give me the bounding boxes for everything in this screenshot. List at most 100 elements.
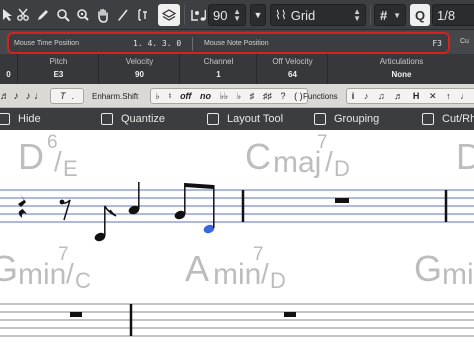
flat-small-icon[interactable]: ♭ [237, 91, 241, 102]
eighth-note-icon[interactable]: ♪ [10, 88, 22, 104]
scissors-icon[interactable] [14, 4, 32, 26]
info-cell-off-velocity[interactable]: Off Velocity 64 [258, 54, 328, 84]
score-area[interactable]: D 6 / E C maj 7 / D D G min 7 / C A min … [0, 130, 474, 355]
beam-icon[interactable]: ♬ [394, 91, 403, 101]
snap-type-select[interactable]: # ▼ [374, 4, 406, 26]
chord-quality: maj [273, 146, 322, 179]
chord-symbol[interactable]: D 6 / E [18, 132, 88, 184]
info-cell-channel[interactable]: Channel 1 [181, 54, 257, 84]
magnify-icon[interactable] [54, 4, 72, 26]
eighth-rest[interactable] [59, 199, 71, 221]
hide-option[interactable]: Hide [0, 112, 41, 126]
info-cell-pitch[interactable]: Pitch E3 [19, 54, 99, 84]
chord-symbol[interactable]: G min 7 / C [0, 244, 100, 296]
info-value: 0 [6, 70, 11, 79]
quantize-value-field[interactable]: 90 ▲ ▼ [208, 4, 246, 26]
quantize-label: Quantize [121, 113, 166, 125]
quarter-note[interactable] [127, 182, 140, 216]
dot-icon: . [71, 91, 74, 101]
staff-2[interactable] [0, 300, 474, 355]
select-tool-icon[interactable] [0, 4, 14, 26]
layers-icon[interactable] [158, 4, 180, 26]
hand-icon[interactable] [94, 4, 112, 26]
chord-slash: / [325, 146, 333, 177]
beamed-notes[interactable] [173, 183, 215, 235]
info-value: 64 [288, 70, 297, 79]
hide-checkbox[interactable] [0, 113, 10, 125]
chord-bass: D [270, 268, 286, 293]
triplet-note-icon[interactable]: ♩ [34, 88, 44, 104]
chord-bass: E [63, 156, 78, 181]
layout-tool-checkbox[interactable] [207, 113, 219, 125]
cut-rh-checkbox[interactable] [422, 113, 434, 125]
mouse-note-value: F3 [432, 39, 442, 48]
enharm-shift-label: Enharm.Shift [92, 92, 139, 101]
hide-label: Hide [18, 113, 41, 125]
draw-icon[interactable] [114, 4, 132, 26]
chord-symbol[interactable]: A min 7 / D [185, 244, 295, 296]
sharp-icon[interactable]: ♯ [250, 91, 255, 101]
double-sharp-icon[interactable]: ♯♯ [263, 91, 272, 101]
group-notes-icon[interactable]: ♫ [378, 91, 385, 101]
options-bar: Hide Quantize Layout Tool Grouping Cut/R… [0, 108, 474, 130]
info-header: Articulations [379, 57, 424, 66]
info-value: None [391, 70, 412, 79]
off-button[interactable]: off [180, 91, 191, 101]
info-header: Off Velocity [272, 57, 313, 66]
grid-type-select[interactable]: ⌇⌇ Grid ▲ ▼ [270, 4, 366, 26]
function-buttons: i ♪ ♫ ♬ H ✕ ↑ ♩ [346, 88, 474, 104]
chord-symbol[interactable]: D [456, 134, 474, 184]
grouping-checkbox[interactable] [314, 113, 326, 125]
quantize-button[interactable]: Q [410, 4, 430, 26]
glue-icon[interactable] [74, 4, 92, 26]
info-line: 0 Pitch E3 Velocity 90 Channel 1 Off Vel… [0, 54, 474, 84]
cut-rh-option[interactable]: Cut/Rh [422, 112, 474, 126]
pencil-icon[interactable] [34, 4, 52, 26]
text-style-button[interactable]: T . [50, 88, 84, 104]
more-function-icon[interactable]: ♩ [460, 91, 469, 101]
chord-symbol[interactable]: C maj 7 / D [245, 132, 365, 184]
cut-label: Cu [460, 38, 469, 45]
text-tool-icon[interactable] [134, 4, 152, 26]
whole-rest[interactable] [284, 312, 296, 317]
flip-stem-icon[interactable]: ↑ [446, 91, 451, 101]
t-label: T [59, 91, 66, 101]
info-header: Channel [203, 57, 234, 66]
info-header: Velocity [125, 57, 154, 66]
h-function-icon[interactable]: H [413, 91, 420, 101]
parenthesis-icon[interactable]: ( ) [294, 91, 303, 101]
stepper-arrows-icon[interactable]: ▲ ▼ [233, 8, 241, 23]
sixteenth-note-icon[interactable]: ♬ [0, 88, 10, 104]
grid-label: Grid [290, 7, 316, 23]
info-function-icon[interactable]: i [352, 91, 355, 101]
x-function-icon[interactable]: ✕ [429, 91, 437, 102]
grouping-option[interactable]: Grouping [314, 112, 379, 126]
whole-rest[interactable] [70, 312, 82, 317]
info-header: Pitch [49, 57, 68, 66]
mouse-time-value: 1. 4. 3. 0 [133, 39, 182, 48]
layout-tool-option[interactable]: Layout Tool [207, 112, 283, 126]
chord-root: A [185, 248, 210, 289]
info-value: E3 [53, 70, 64, 79]
dotted-note-icon[interactable]: ♪ [22, 88, 34, 104]
quantize-option[interactable]: Quantize [101, 112, 165, 126]
grace-note-icon[interactable]: ♪ [364, 91, 369, 101]
info-value: 90 [135, 70, 144, 79]
info-cell-velocity[interactable]: Velocity 90 [100, 54, 180, 84]
double-flat-icon[interactable]: ♭♭ [220, 91, 229, 102]
eighth-note[interactable] [93, 205, 117, 243]
cut-rh-label: Cut/Rh [442, 113, 474, 125]
info-cell-0[interactable]: 0 [0, 54, 18, 84]
question-icon[interactable]: ? [281, 91, 286, 101]
dropdown-arrow-icon[interactable]: ▼ [250, 4, 266, 26]
chord-symbol[interactable]: G min [414, 246, 474, 296]
grid-icon: ⌇⌇ [275, 8, 287, 22]
quantize-checkbox[interactable] [101, 113, 113, 125]
natural-icon[interactable]: ♮ [168, 91, 171, 102]
info-cell-articulations[interactable]: Articulations None [329, 54, 474, 84]
quantize-preset-select[interactable]: 1/8 [432, 4, 474, 26]
whole-rest[interactable] [335, 198, 349, 203]
no-button[interactable]: no [200, 91, 211, 101]
staff-1[interactable] [0, 182, 474, 252]
flat-icon[interactable]: ♭ [155, 91, 159, 102]
